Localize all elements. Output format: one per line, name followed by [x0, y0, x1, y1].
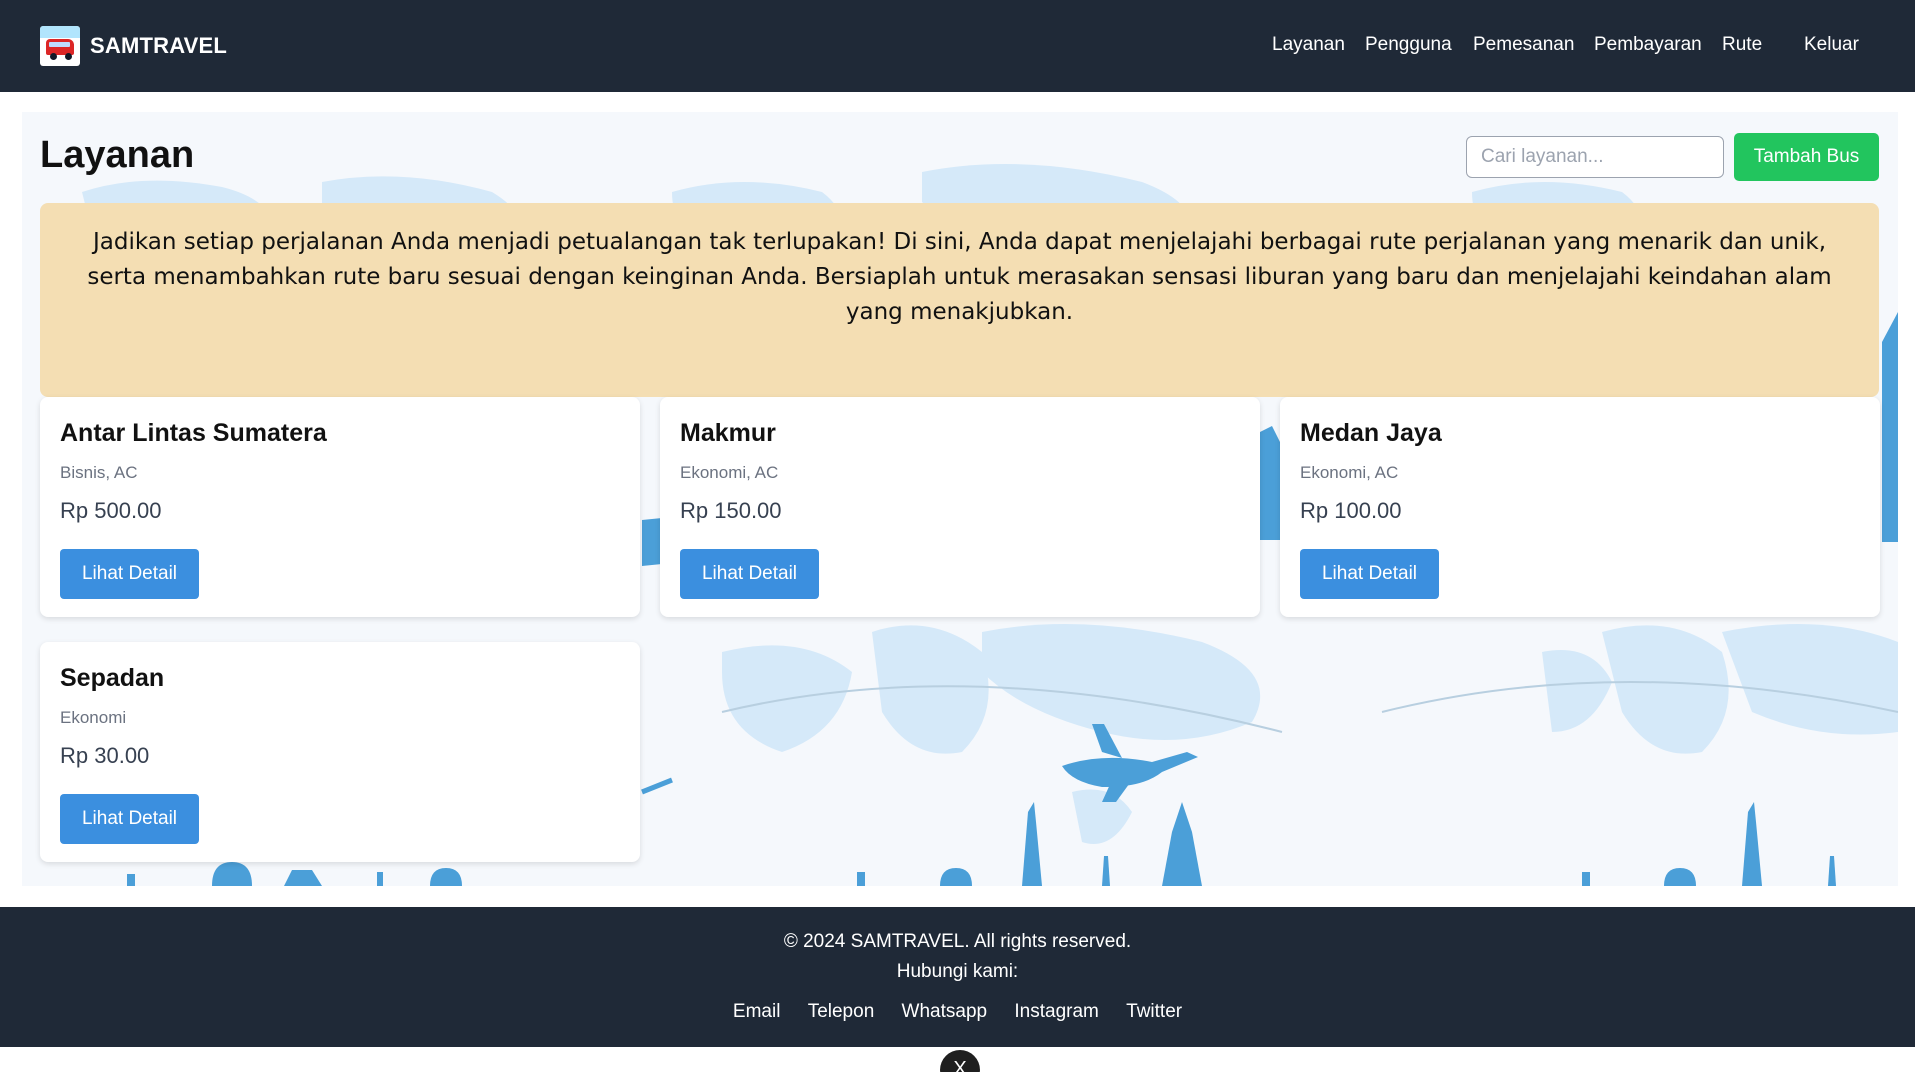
copyright-text: © 2024 SAMTRAVEL. All rights reserved.: [783, 931, 1132, 952]
nav-item-pembayaran[interactable]: Pembayaran: [1594, 34, 1702, 56]
search-input[interactable]: [1466, 136, 1724, 178]
nav-item-rute[interactable]: Rute: [1722, 34, 1762, 56]
view-detail-button[interactable]: Lihat Detail: [680, 549, 819, 599]
view-detail-button[interactable]: Lihat Detail: [60, 794, 199, 844]
service-class: Ekonomi: [60, 708, 127, 727]
service-price: Rp 150.00: [680, 498, 782, 523]
page-title: Layanan: [40, 134, 195, 176]
service-price: Rp 100.00: [1300, 498, 1402, 523]
footer: © 2024 SAMTRAVEL. All rights reserved. H…: [0, 907, 1915, 1047]
service-name: Sepadan: [60, 664, 165, 692]
brand[interactable]: SAMTRAVEL: [40, 26, 227, 66]
footer-link-email[interactable]: Email: [733, 1001, 781, 1023]
footer-links: Email Telepon Whatsapp Instagram Twitter: [0, 1001, 1915, 1023]
service-class: Ekonomi, AC: [1300, 463, 1399, 482]
close-icon[interactable]: X: [940, 1050, 980, 1072]
brand-name: SAMTRAVEL: [90, 33, 228, 58]
footer-link-twitter[interactable]: Twitter: [1126, 1001, 1182, 1023]
logout-link[interactable]: Keluar: [1804, 34, 1859, 56]
service-class: Ekonomi, AC: [680, 463, 779, 482]
footer-link-instagram[interactable]: Instagram: [1014, 1001, 1098, 1023]
nav-item-layanan[interactable]: Layanan: [1272, 34, 1345, 56]
navbar: SAMTRAVEL Layanan Pengguna Pemesanan Pem…: [0, 0, 1915, 92]
view-detail-button[interactable]: Lihat Detail: [1300, 549, 1439, 599]
footer-link-telepon[interactable]: Telepon: [808, 1001, 875, 1023]
service-class: Bisnis, AC: [60, 463, 138, 482]
intro-banner: Jadikan setiap perjalanan Anda menjadi p…: [40, 203, 1879, 397]
nav-item-pengguna[interactable]: Pengguna: [1365, 34, 1452, 56]
nav-item-pemesanan[interactable]: Pemesanan: [1473, 34, 1574, 56]
bus-logo-icon: [40, 26, 80, 66]
service-price: Rp 500.00: [60, 498, 162, 523]
view-detail-button[interactable]: Lihat Detail: [60, 549, 199, 599]
service-name: Makmur: [680, 419, 776, 447]
footer-link-whatsapp[interactable]: Whatsapp: [902, 1001, 988, 1023]
contact-label: Hubungi kami:: [896, 961, 1019, 982]
service-price: Rp 30.00: [60, 743, 150, 768]
service-card: Medan Jaya Ekonomi, AC Rp 100.00 Lihat D…: [1280, 397, 1880, 617]
service-name: Antar Lintas Sumatera: [60, 419, 327, 447]
service-name: Medan Jaya: [1300, 419, 1442, 447]
service-card: Makmur Ekonomi, AC Rp 150.00 Lihat Detai…: [660, 397, 1260, 617]
service-card: Antar Lintas Sumatera Bisnis, AC Rp 500.…: [40, 397, 640, 617]
service-card: Sepadan Ekonomi Rp 30.00 Lihat Detail: [40, 642, 640, 862]
add-bus-button[interactable]: Tambah Bus: [1734, 133, 1879, 181]
